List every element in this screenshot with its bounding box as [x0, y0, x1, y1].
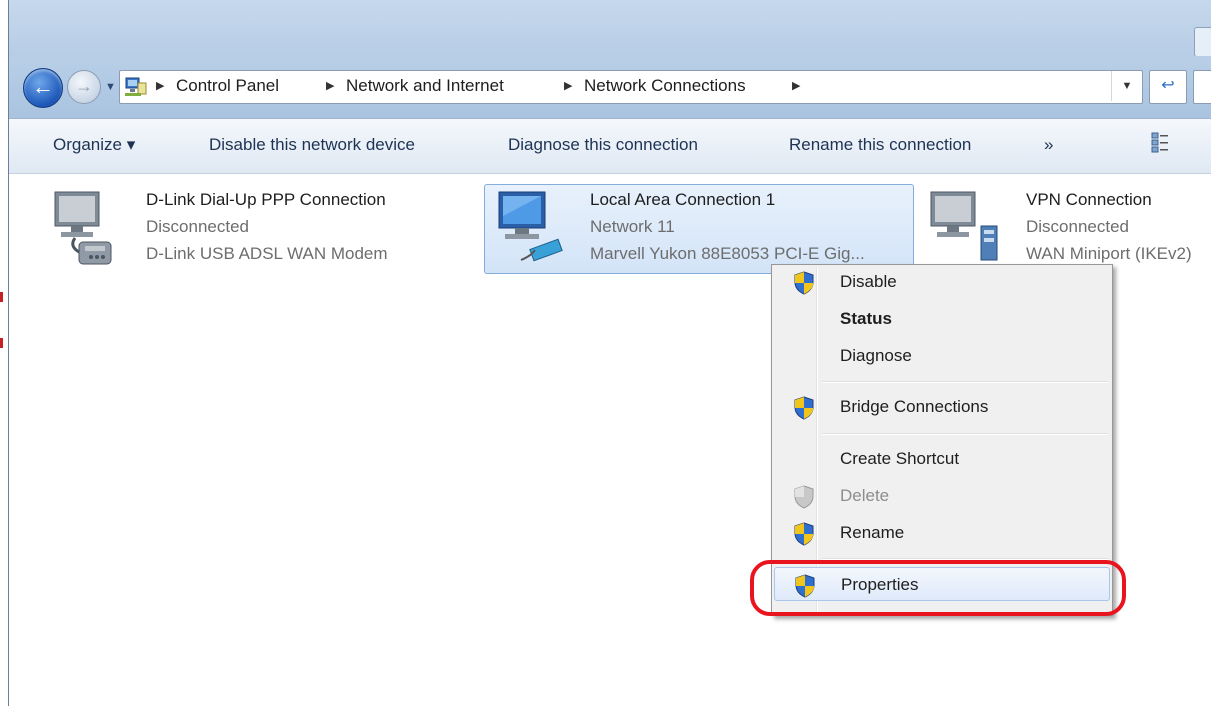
recent-pages-dropdown-icon[interactable]: ▼	[105, 81, 116, 93]
edge-mark	[0, 292, 3, 302]
title-bar	[9, 0, 1211, 57]
connection-name: Local Area Connection 1	[590, 190, 776, 209]
rename-connection-button[interactable]: Rename this connection	[789, 135, 971, 155]
connection-status: Disconnected	[1026, 217, 1130, 236]
connection-item-vpn[interactable]: VPN Connection Disconnected WAN Miniport…	[925, 186, 1211, 276]
disable-device-button[interactable]: Disable this network device	[209, 135, 415, 155]
connection-item-dialup[interactable]: D-Link Dial-Up PPP Connection Disconnect…	[49, 186, 469, 276]
connection-device: Marvell Yukon 88E8053 PCI-E Gig...	[590, 244, 865, 263]
uac-shield-disabled-icon	[794, 485, 814, 509]
address-bar[interactable]: ▶ Control Panel ▶ Network and Internet ▶…	[119, 70, 1143, 104]
forward-arrow-icon: →	[75, 76, 93, 96]
menu-item-label: Diagnose	[840, 346, 912, 365]
lan-connection-icon	[498, 191, 563, 262]
edge-mark	[0, 338, 3, 348]
breadcrumb-control-panel[interactable]: Control Panel	[176, 76, 279, 96]
menu-item-delete: Delete	[774, 479, 1110, 513]
menu-item-label: Disable	[840, 272, 897, 291]
menu-item-label: Bridge Connections	[840, 397, 989, 416]
menu-item-rename[interactable]: Rename	[774, 516, 1110, 550]
menu-item-bridge-connections[interactable]: Bridge Connections	[774, 390, 1110, 424]
connection-device: D-Link USB ADSL WAN Modem	[146, 244, 388, 263]
back-button[interactable]: ←	[23, 68, 63, 108]
breadcrumb-network-and-internet[interactable]: Network and Internet	[346, 76, 504, 96]
refresh-button[interactable]: ↩	[1149, 70, 1187, 104]
network-folder-icon	[125, 77, 147, 96]
menu-separator	[822, 433, 1108, 435]
breadcrumb-arrow-icon[interactable]: ▶	[564, 79, 572, 92]
menu-separator	[822, 381, 1108, 383]
annotation-highlight-oval	[750, 560, 1126, 616]
change-view-icon[interactable]	[1151, 131, 1169, 153]
connection-name: D-Link Dial-Up PPP Connection	[146, 190, 386, 209]
menu-item-label: Rename	[840, 523, 905, 542]
connection-status: Disconnected	[146, 217, 250, 236]
menu-item-create-shortcut[interactable]: Create Shortcut	[774, 442, 1110, 476]
search-box[interactable]	[1193, 70, 1211, 104]
forward-button[interactable]: →	[67, 70, 101, 104]
breadcrumb-network-connections[interactable]: Network Connections	[584, 76, 746, 96]
connection-device: WAN Miniport (IKEv2)	[1026, 244, 1192, 263]
back-arrow-icon: ←	[32, 74, 54, 99]
connection-name: VPN Connection	[1026, 190, 1152, 209]
uac-shield-icon	[794, 271, 814, 295]
menu-item-label: Create Shortcut	[840, 449, 960, 468]
uac-shield-icon	[794, 396, 814, 420]
menu-item-disable[interactable]: Disable	[774, 265, 1110, 299]
menu-item-label: Status	[840, 309, 892, 328]
diagnose-connection-button[interactable]: Diagnose this connection	[508, 135, 698, 155]
dialup-connection-icon	[54, 191, 112, 265]
navigation-bar: ← → ▼ ▶ Control Panel ▶ Network and Inte…	[9, 56, 1211, 119]
connection-item-local-area[interactable]: Local Area Connection 1 Network 11 Marve…	[491, 186, 911, 276]
uac-shield-icon	[794, 522, 814, 546]
menu-item-status[interactable]: Status	[774, 302, 1110, 336]
command-bar: Organize ▾ Disable this network device D…	[9, 119, 1211, 174]
refresh-icon: ↩	[1161, 77, 1175, 94]
window-controls-stub	[1194, 27, 1211, 57]
breadcrumb-arrow-icon[interactable]: ▶	[326, 79, 334, 92]
connection-status: Network 11	[590, 217, 675, 236]
more-commands-button[interactable]: »	[1044, 135, 1053, 155]
menu-item-diagnose[interactable]: Diagnose	[774, 339, 1110, 373]
vpn-connection-icon	[930, 191, 998, 261]
menu-item-label: Delete	[840, 486, 890, 505]
breadcrumb-arrow-icon[interactable]: ▶	[792, 79, 800, 92]
organize-button[interactable]: Organize ▾	[53, 135, 135, 155]
address-dropdown-icon[interactable]: ▼	[1111, 71, 1142, 101]
breadcrumb-arrow-icon[interactable]: ▶	[156, 79, 164, 92]
